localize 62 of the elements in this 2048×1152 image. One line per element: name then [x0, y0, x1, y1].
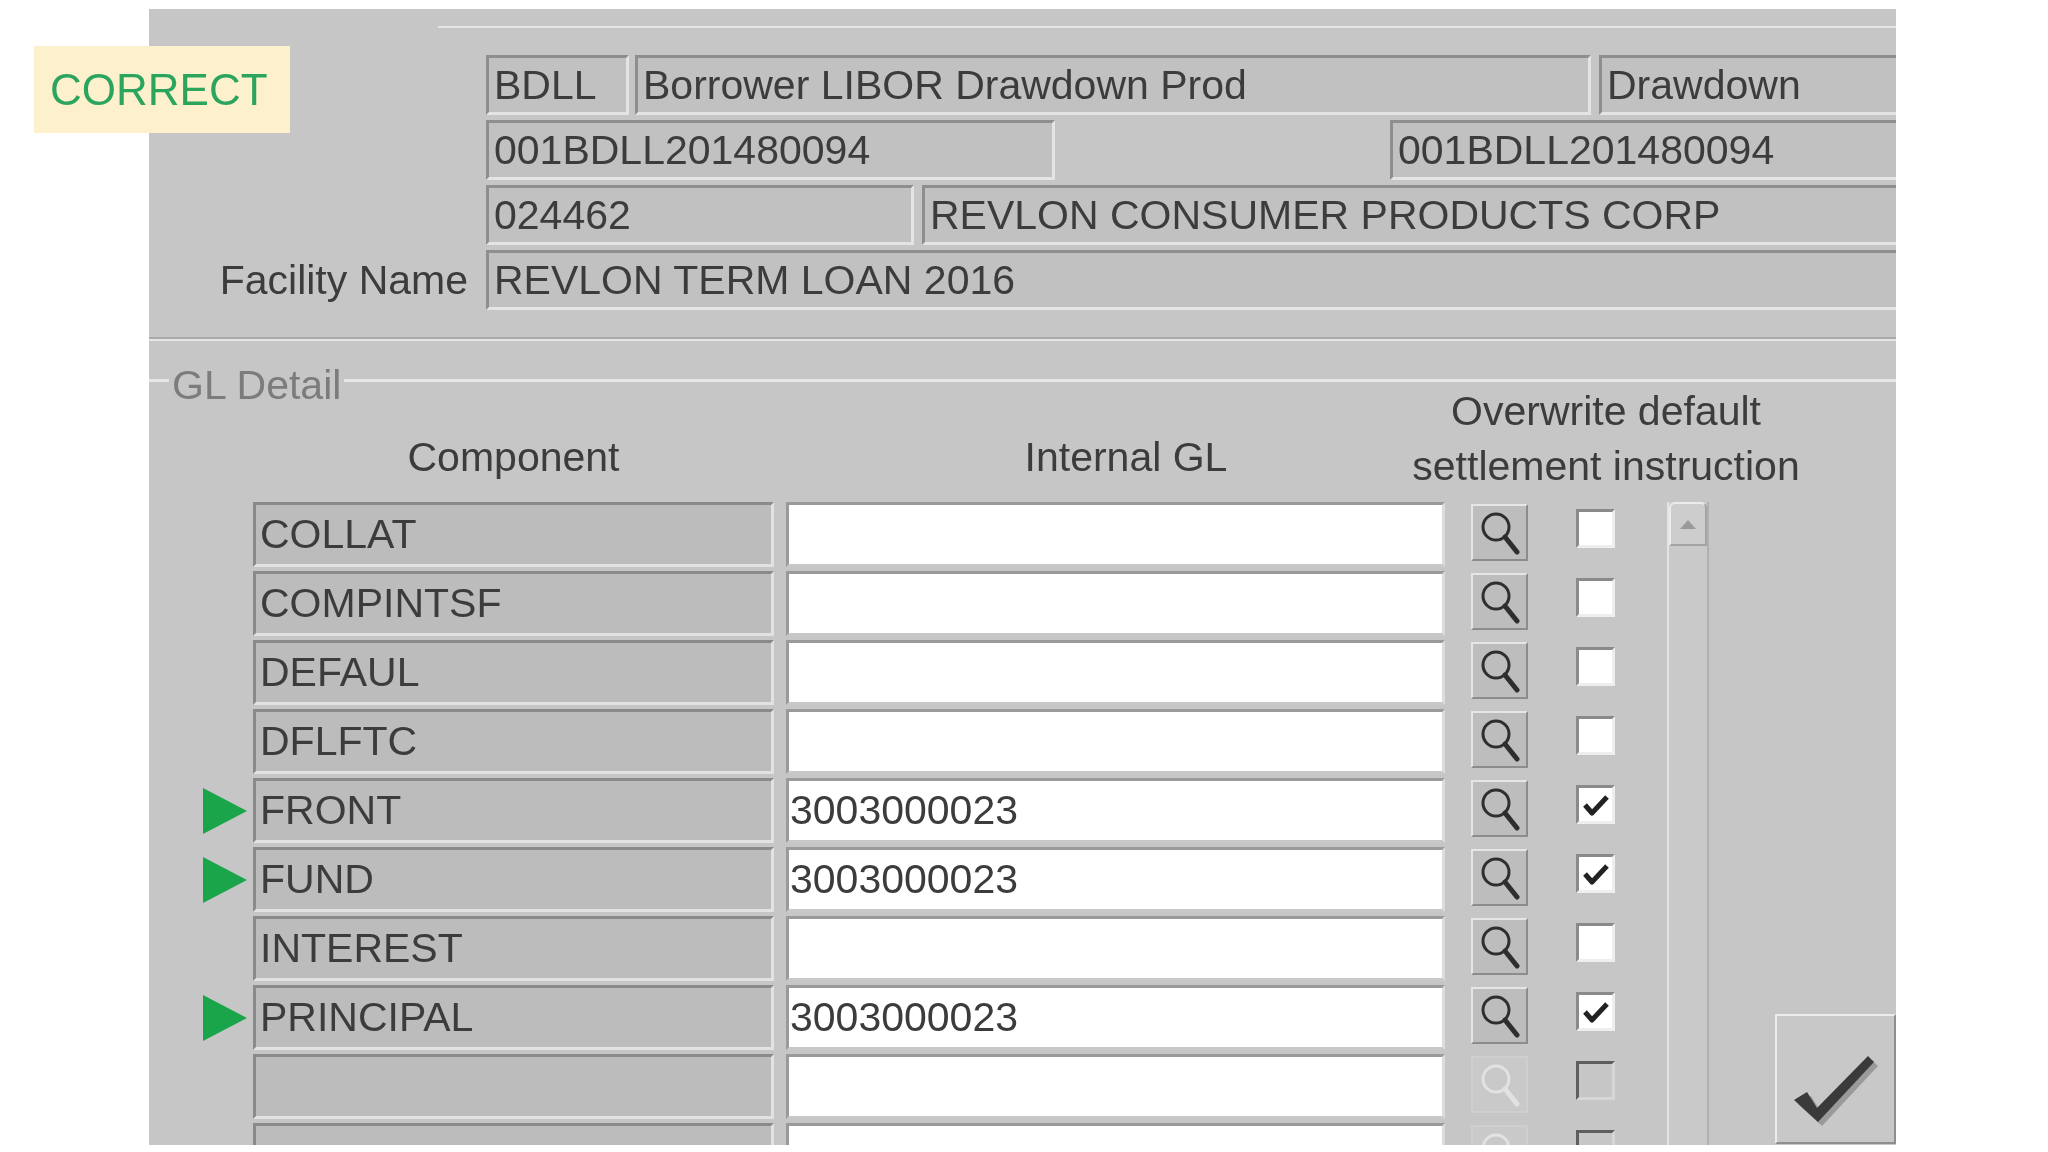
component-cell: FRONT	[253, 778, 774, 843]
column-header: Internal GL	[1024, 437, 1228, 478]
component-cell: INTEREST	[253, 916, 774, 981]
column-header: Overwrite default settlement instruction	[1411, 387, 1801, 491]
readonly-field: Drawdown	[1599, 55, 1896, 115]
search-button[interactable]	[1471, 780, 1528, 837]
search-button[interactable]	[1471, 573, 1528, 630]
search-button[interactable]	[1471, 711, 1528, 768]
scroll-up-button[interactable]	[1669, 502, 1707, 546]
tick-icon	[1582, 793, 1609, 816]
checkbox[interactable]	[1576, 647, 1615, 686]
internal-gl-field[interactable]	[786, 916, 1445, 981]
internal-gl-field[interactable]	[786, 709, 1445, 774]
checkbox[interactable]	[1576, 992, 1615, 1031]
internal-gl-field[interactable]	[786, 502, 1445, 567]
column-header: Component	[407, 437, 620, 478]
readonly-field: REVLON TERM LOAN 2016	[486, 250, 1896, 310]
checkbox[interactable]	[1576, 923, 1615, 962]
checkbox[interactable]	[1576, 509, 1615, 548]
search-icon	[1479, 717, 1520, 762]
search-icon	[1479, 924, 1520, 969]
component-cell: PRINCIPAL	[253, 985, 774, 1050]
readonly-field: 001BDLL201480094	[1390, 120, 1896, 180]
search-icon	[1479, 1062, 1520, 1107]
component-cell: COLLAT	[253, 502, 774, 567]
scrollbar[interactable]	[1667, 502, 1709, 1145]
internal-gl-field[interactable]: 3003000023	[786, 847, 1445, 912]
search-button[interactable]	[1471, 642, 1528, 699]
component-cell: DEFAUL	[253, 640, 774, 705]
component-cell: COMPINTSF	[253, 571, 774, 636]
search-icon	[1479, 855, 1520, 900]
readonly-field: 001BDLL201480094	[486, 120, 1055, 180]
internal-gl-field[interactable]	[786, 571, 1445, 636]
checkbox[interactable]	[1576, 854, 1615, 893]
tick-icon	[1582, 862, 1609, 885]
checkbox[interactable]	[1576, 785, 1615, 824]
readonly-field: 024462	[486, 185, 914, 245]
field-label: Facility Name	[219, 259, 468, 301]
component-cell: DFLFTC	[253, 709, 774, 774]
checkbox[interactable]	[1576, 578, 1615, 617]
up-arrow-icon	[1680, 519, 1696, 529]
search-icon	[1479, 579, 1520, 624]
readonly-field: REVLON CONSUMER PRODUCTS CORP	[922, 185, 1896, 245]
internal-gl-field[interactable]: 3003000023	[786, 778, 1445, 843]
checkbox[interactable]	[1576, 716, 1615, 755]
search-icon	[1479, 786, 1520, 831]
search-icon	[1479, 993, 1520, 1038]
annotation-label: CORRECT	[34, 46, 290, 133]
readonly-field: BDLL	[486, 55, 629, 115]
internal-gl-field[interactable]: 3003000023	[786, 985, 1445, 1050]
component-cell: FUND	[253, 847, 774, 912]
confirm-button[interactable]	[1775, 1014, 1896, 1144]
search-icon	[1479, 648, 1520, 693]
search-button[interactable]	[1471, 987, 1528, 1044]
search-button[interactable]	[1471, 504, 1528, 561]
tick-icon	[1582, 1000, 1609, 1023]
search-button[interactable]	[1471, 849, 1528, 906]
internal-gl-field[interactable]	[786, 1054, 1445, 1119]
internal-gl-field[interactable]	[786, 640, 1445, 705]
search-icon	[1479, 510, 1520, 555]
search-button[interactable]	[1471, 918, 1528, 975]
readonly-field: Borrower LIBOR Drawdown Prod	[635, 55, 1591, 115]
